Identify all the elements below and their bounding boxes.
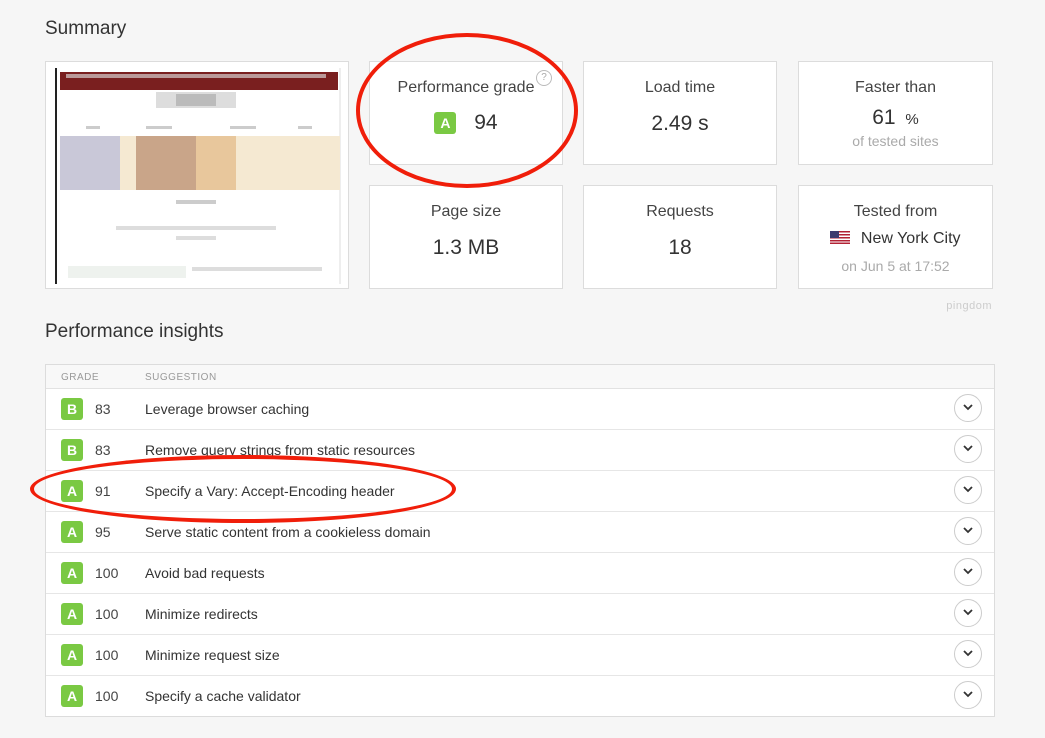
expand-button[interactable] <box>954 476 982 504</box>
insight-row[interactable]: A 100 Avoid bad requests <box>46 553 994 594</box>
faster-than-value: 61 <box>872 106 896 129</box>
grade-badge: A <box>61 562 83 584</box>
performance-grade-badge: A <box>434 112 457 135</box>
chevron-down-icon <box>963 486 973 493</box>
grade-badge: A <box>61 685 83 707</box>
pingdom-logo: pingdom <box>946 300 992 312</box>
page-size-card: Page size 1.3 MB <box>369 185 563 289</box>
page-screenshot-thumbnail <box>45 61 349 289</box>
faster-than-unit: % <box>905 111 919 128</box>
expand-button[interactable] <box>954 558 982 586</box>
grade-badge: A <box>61 603 83 625</box>
suggestion-text: Minimize request size <box>145 647 280 663</box>
expand-button[interactable] <box>954 435 982 463</box>
suggestion-text: Specify a cache validator <box>145 688 301 704</box>
suggestion-text: Specify a Vary: Accept-Encoding header <box>145 483 395 499</box>
suggestion-text: Serve static content from a cookieless d… <box>145 524 431 540</box>
chevron-down-icon <box>963 691 973 698</box>
insights-table-header: GRADE SUGGESTION <box>46 365 994 389</box>
suggestion-column-header: SUGGESTION <box>145 372 217 383</box>
chevron-down-icon <box>963 650 973 657</box>
page-size-value: 1.3 MB <box>432 236 500 259</box>
chevron-down-icon <box>963 568 973 575</box>
faster-than-label: Faster than <box>855 79 936 96</box>
load-time-value: 2.49 s <box>651 112 709 135</box>
expand-button[interactable] <box>954 517 982 545</box>
grade-badge: B <box>61 439 83 461</box>
insights-heading: Performance insights <box>45 321 224 342</box>
grade-column-header: GRADE <box>61 372 100 383</box>
requests-value: 18 <box>668 236 692 259</box>
load-time-label: Load time <box>644 79 716 96</box>
insight-row[interactable]: B 83 Remove query strings from static reso… <box>46 430 994 471</box>
grade-score: 83 <box>95 442 111 458</box>
insight-row[interactable]: A 100 Minimize redirects <box>46 594 994 635</box>
chevron-down-icon <box>963 527 973 534</box>
suggestion-text: Leverage browser caching <box>145 401 310 417</box>
requests-label: Requests <box>646 203 714 220</box>
faster-than-sub: of tested sites <box>852 133 939 149</box>
grade-badge: A <box>61 521 83 543</box>
grade-score: 100 <box>95 565 119 581</box>
expand-button[interactable] <box>954 681 982 709</box>
insight-row[interactable]: B 83 Leverage browser caching <box>46 389 994 430</box>
insight-row[interactable]: A 95 Serve static content from a cookieles… <box>46 512 994 553</box>
summary-heading: Summary <box>45 18 127 39</box>
thumbnail-image <box>55 68 341 284</box>
tested-from-date: on Jun 5 at 17:52 <box>841 258 950 274</box>
chevron-down-icon <box>963 445 973 452</box>
chevron-down-icon <box>963 404 973 411</box>
suggestion-text: Avoid bad requests <box>145 565 265 581</box>
help-icon[interactable]: ? <box>536 70 552 86</box>
expand-button[interactable] <box>954 599 982 627</box>
faster-than-card: Faster than 61 % of tested sites <box>798 61 993 165</box>
chevron-down-icon <box>963 609 973 616</box>
load-time-card: Load time 2.49 s <box>583 61 777 165</box>
tested-from-label: Tested from <box>853 203 938 220</box>
us-flag-icon <box>830 231 851 244</box>
page-size-label: Page size <box>430 203 502 220</box>
suggestion-text: Remove query strings from static resourc… <box>145 442 415 458</box>
suggestion-text: Minimize redirects <box>145 606 258 622</box>
insights-table: GRADE SUGGESTION B 83 Leverage browser cac… <box>45 364 995 717</box>
requests-card: Requests 18 <box>583 185 777 289</box>
performance-grade-card: Performance grade ? A 94 <box>369 61 563 165</box>
grade-badge: A <box>61 480 83 502</box>
tested-from-location: New York City <box>860 230 961 247</box>
grade-score: 100 <box>95 606 119 622</box>
insight-row[interactable]: A 91 Specify a Vary: Accept-Encoding heade… <box>46 471 994 512</box>
performance-grade-label: Performance grade <box>397 79 535 96</box>
grade-score: 100 <box>95 647 119 663</box>
performance-grade-value: 94 <box>474 111 498 135</box>
expand-button[interactable] <box>954 394 982 422</box>
grade-score: 91 <box>95 483 111 499</box>
tested-from-card: Tested from New York City on Jun 5 at 17… <box>798 185 993 289</box>
grade-badge: A <box>61 644 83 666</box>
insight-row[interactable]: A 100 Specify a cache validator <box>46 676 994 716</box>
grade-score: 95 <box>95 524 111 540</box>
grade-score: 83 <box>95 401 111 417</box>
grade-score: 100 <box>95 688 119 704</box>
grade-badge: B <box>61 398 83 420</box>
expand-button[interactable] <box>954 640 982 668</box>
insight-row[interactable]: A 100 Minimize request size <box>46 635 994 676</box>
